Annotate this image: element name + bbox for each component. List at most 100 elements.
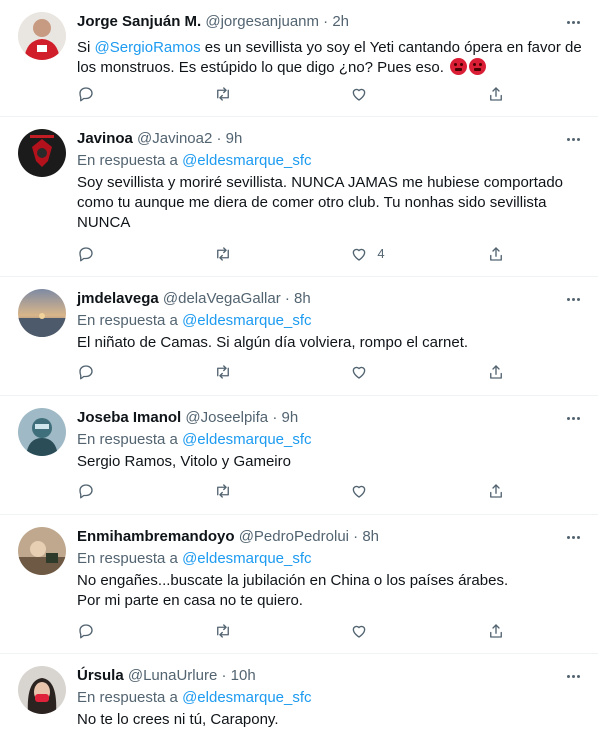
avatar[interactable] <box>18 289 66 337</box>
heart-icon <box>353 366 366 379</box>
text-prefix: Si <box>77 39 95 56</box>
replying-to-link[interactable]: @eldesmarque_sfc <box>182 689 311 706</box>
author-name[interactable]: jmdelavega <box>77 290 159 307</box>
avatar-image <box>18 666 66 714</box>
like-button[interactable] <box>350 482 370 500</box>
author-name[interactable]: Enmihambremandoyo <box>77 528 235 545</box>
tweet-feed: Jorge Sanjuán M. @jorgesanjuanm · 2h Si … <box>0 0 598 731</box>
tweet[interactable]: Joseba Imanol @Joseelpifa · 9h En respue… <box>0 396 598 515</box>
timestamp[interactable]: 9h <box>226 130 243 147</box>
replying-to: En respuesta a @eldesmarque_sfc <box>77 151 582 171</box>
avatar[interactable] <box>18 129 66 177</box>
author-handle[interactable]: @jorgesanjuanm <box>205 13 319 30</box>
tweet[interactable]: Enmihambremandoyo @PedroPedrolui · 8h En… <box>0 515 598 654</box>
replying-to-link[interactable]: @eldesmarque_sfc <box>182 312 311 329</box>
replying-label: En respuesta a <box>77 550 178 567</box>
tweet[interactable]: Jorge Sanjuán M. @jorgesanjuanm · 2h Si … <box>0 0 598 117</box>
replying-label: En respuesta a <box>77 152 178 169</box>
share-button[interactable] <box>487 363 507 381</box>
author-handle[interactable]: @Joseelpifa <box>185 409 268 426</box>
replying-label: En respuesta a <box>77 431 178 448</box>
author-name[interactable]: Jorge Sanjuán M. <box>77 13 201 30</box>
more-options-icon[interactable] <box>562 129 584 149</box>
more-options-icon[interactable] <box>562 408 584 428</box>
tweet-actions <box>77 361 507 383</box>
separator: · <box>272 409 278 426</box>
reply-icon <box>79 484 93 499</box>
tweet[interactable]: Javinoa @Javinoa2 · 9h En respuesta a @e… <box>0 117 598 277</box>
author-name[interactable]: Joseba Imanol <box>77 409 181 426</box>
avatar[interactable] <box>18 527 66 575</box>
like-button[interactable] <box>350 622 370 640</box>
replying-to: En respuesta a @eldesmarque_sfc <box>77 549 582 569</box>
author-handle[interactable]: @Javinoa2 <box>137 130 212 147</box>
timestamp[interactable]: 2h <box>332 13 349 30</box>
tweet[interactable]: Úrsula @LunaUrlure · 10h En respuesta a … <box>0 654 598 731</box>
replying-label: En respuesta a <box>77 689 178 706</box>
retweet-button[interactable] <box>214 245 234 263</box>
tweet-text: No engañes...buscate la jubilación en Ch… <box>77 572 509 609</box>
replying-to-link[interactable]: @eldesmarque_sfc <box>182 550 311 567</box>
cursing-face-icon <box>469 58 487 75</box>
like-button[interactable] <box>350 85 370 103</box>
timestamp[interactable]: 10h <box>231 667 256 684</box>
share-icon <box>490 484 502 498</box>
timestamp[interactable]: 8h <box>294 290 311 307</box>
tweet-actions <box>77 480 507 502</box>
tweet[interactable]: jmdelavega @delaVegaGallar · 8h En respu… <box>0 277 598 396</box>
share-button[interactable] <box>487 85 507 103</box>
avatar[interactable] <box>18 12 66 60</box>
retweet-button[interactable] <box>214 482 234 500</box>
author-handle[interactable]: @delaVegaGallar <box>163 290 281 307</box>
reply-button[interactable] <box>77 622 97 640</box>
retweet-icon <box>216 247 229 261</box>
timestamp[interactable]: 8h <box>362 528 379 545</box>
share-icon <box>490 365 502 379</box>
author-handle[interactable]: @PedroPedrolui <box>239 528 349 545</box>
reply-button[interactable] <box>77 363 97 381</box>
like-button[interactable] <box>350 363 370 381</box>
author-name[interactable]: Javinoa <box>77 130 133 147</box>
share-icon <box>490 247 502 261</box>
share-icon <box>490 624 502 638</box>
more-options-icon[interactable] <box>562 12 584 32</box>
heart-icon <box>353 485 366 498</box>
tweet-text: Soy sevillista y moriré sevillista. NUNC… <box>77 174 563 231</box>
retweet-icon <box>216 484 229 498</box>
reply-button[interactable] <box>77 482 97 500</box>
retweet-button[interactable] <box>214 622 234 640</box>
retweet-button[interactable] <box>214 363 234 381</box>
replying-label: En respuesta a <box>77 312 178 329</box>
reply-button[interactable] <box>77 245 97 263</box>
separator: · <box>284 290 290 307</box>
share-button[interactable] <box>487 245 507 263</box>
avatar[interactable] <box>18 408 66 456</box>
avatar[interactable] <box>18 666 66 714</box>
tweet-text: El niñato de Camas. Si algún día volvier… <box>77 334 469 351</box>
replying-to: En respuesta a @eldesmarque_sfc <box>77 688 582 708</box>
author-name[interactable]: Úrsula <box>77 667 124 684</box>
retweet-button[interactable] <box>214 85 234 103</box>
share-button[interactable] <box>487 482 507 500</box>
avatar-image <box>18 408 66 456</box>
like-count: 4 <box>377 246 385 261</box>
more-options-icon[interactable] <box>562 666 584 686</box>
more-options-icon[interactable] <box>562 289 584 309</box>
heart-icon <box>353 88 366 101</box>
avatar-image <box>18 289 66 337</box>
like-button[interactable]: 4 <box>350 245 385 263</box>
timestamp[interactable]: 9h <box>282 409 299 426</box>
angry-face-icon <box>450 58 468 75</box>
more-options-icon[interactable] <box>562 527 584 547</box>
mention-link[interactable]: @SergioRamos <box>95 39 201 56</box>
tweet-actions <box>77 620 507 642</box>
replying-to-link[interactable]: @eldesmarque_sfc <box>182 152 311 169</box>
replying-to-link[interactable]: @eldesmarque_sfc <box>182 431 311 448</box>
share-icon <box>490 87 502 101</box>
author-handle[interactable]: @LunaUrlure <box>128 667 217 684</box>
share-button[interactable] <box>487 622 507 640</box>
retweet-icon <box>216 87 229 101</box>
separator: · <box>221 667 227 684</box>
reply-button[interactable] <box>77 85 97 103</box>
replying-to: En respuesta a @eldesmarque_sfc <box>77 311 582 331</box>
